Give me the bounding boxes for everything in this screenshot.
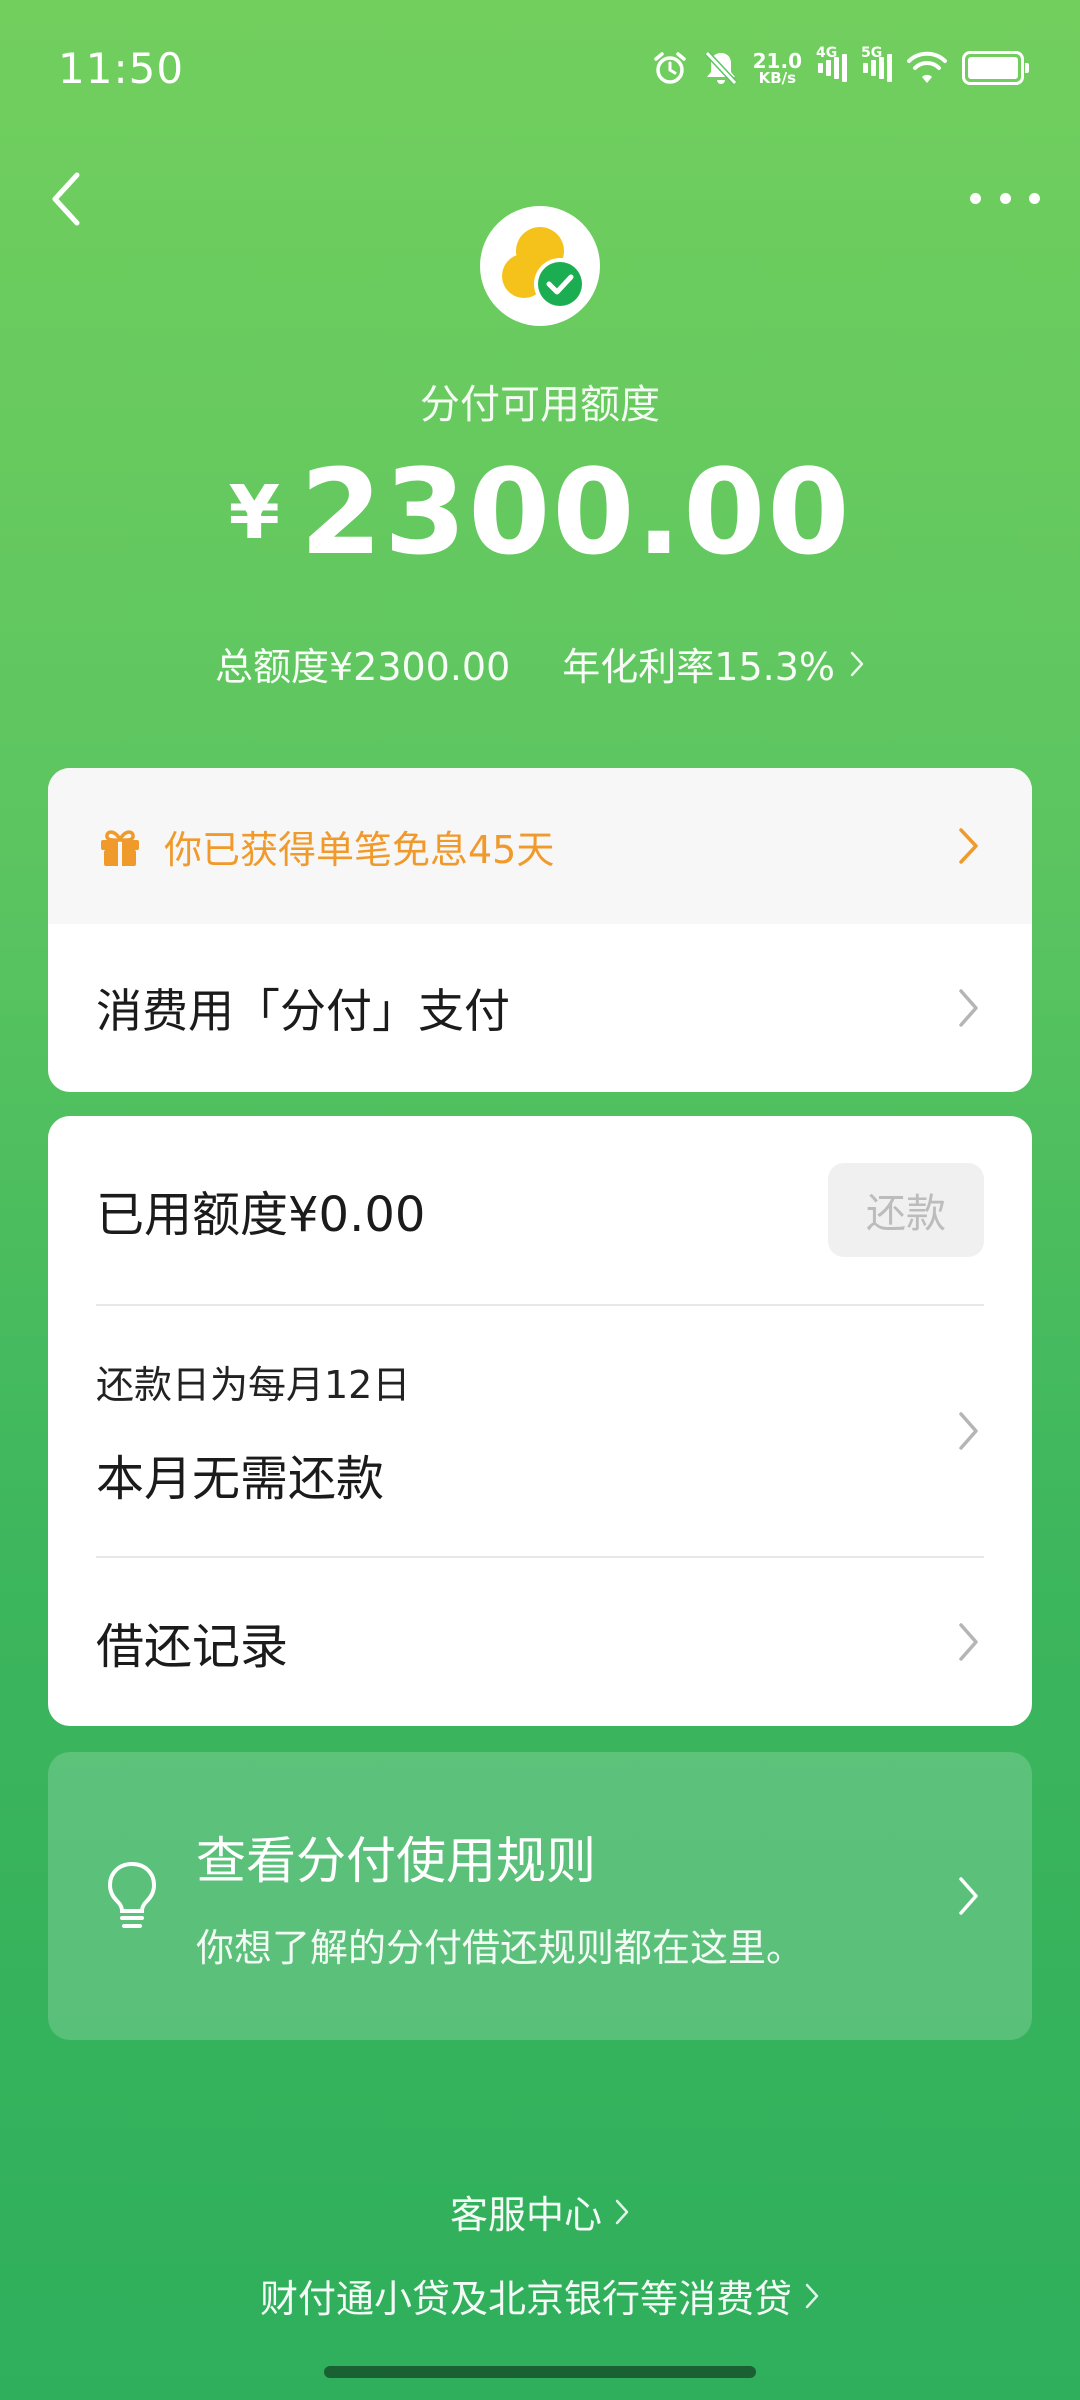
pay-with-fenfu-label: 消费用「分付」支付	[96, 984, 510, 1038]
lenders-label: 财付通小贷及北京银行等消费贷	[259, 2277, 792, 2321]
back-button[interactable]	[44, 164, 88, 234]
lightbulb-icon	[107, 1861, 157, 1928]
battery-icon	[962, 51, 1029, 85]
loan-records-row[interactable]: 借还记录	[48, 1558, 1032, 1726]
more-options-button[interactable]	[970, 178, 1040, 218]
usage-card: 已用额度¥0.00 还款 还款日为每月12日 本月无需还款 借还记录	[48, 1116, 1032, 1726]
signal-tag-4g: 4G	[816, 45, 838, 61]
repayment-date-row[interactable]: 还款日为每月12日 本月无需还款	[48, 1306, 1032, 1556]
used-credit-row: 已用额度¥0.00 还款	[48, 1116, 1032, 1304]
signal-icon: 4G	[816, 45, 847, 85]
credit-summary: 总额度¥2300.00 年化利率15.3%	[0, 636, 1080, 691]
total-credit: 总额度¥2300.00	[214, 645, 511, 689]
usage-rules-description: 你想了解的分付借还规则都在这里。	[196, 1925, 805, 1970]
annual-rate-link[interactable]: 年化利率15.3%	[562, 636, 835, 691]
promo-text: 你已获得单笔免息45天	[164, 827, 555, 872]
available-credit-label: 分付可用额度	[420, 382, 660, 428]
status-icons: 21.0 KB/s 4G 5G	[651, 45, 1029, 90]
chevron-right-icon	[614, 2198, 630, 2226]
mute-icon	[703, 49, 739, 87]
chevron-right-icon	[954, 983, 984, 1033]
chevron-right-icon[interactable]	[849, 650, 865, 678]
home-indicator[interactable]	[324, 2366, 756, 2378]
net-speed-value: 21.0	[752, 48, 802, 73]
status-time: 11:50	[58, 44, 185, 93]
gift-icon	[101, 830, 139, 866]
chevron-left-icon	[52, 172, 80, 226]
customer-service-link[interactable]: 客服中心	[0, 2184, 1080, 2239]
more-dot	[1029, 192, 1040, 204]
available-amount: ¥ 2300.00	[0, 443, 1080, 581]
chevron-right-icon	[954, 821, 984, 871]
usage-rules-card[interactable]: 查看分付使用规则 你想了解的分付借还规则都在这里。	[48, 1752, 1032, 2040]
repayment-date-text: 还款日为每月12日	[96, 1362, 411, 1407]
usage-rules-title: 查看分付使用规则	[196, 1831, 596, 1890]
fenfu-logo	[480, 206, 600, 326]
currency-symbol: ¥	[228, 470, 281, 556]
chevron-right-icon	[954, 1406, 984, 1456]
customer-service-label: 客服中心	[449, 2193, 602, 2237]
status-bar: 11:50 21.0 KB/s 4G 5G	[0, 0, 1080, 140]
more-dot	[970, 192, 981, 204]
net-speed-unit: KB/s	[758, 68, 797, 87]
chevron-right-icon	[954, 1871, 984, 1921]
repayment-status-text: 本月无需还款	[96, 1450, 385, 1507]
signal-tag-5g: 5G	[861, 45, 883, 61]
loan-records-label: 借还记录	[96, 1619, 289, 1675]
payment-card: 你已获得单笔免息45天 消费用「分付」支付	[48, 768, 1032, 1092]
more-dot	[999, 192, 1011, 204]
chevron-right-icon	[804, 2282, 820, 2310]
pay-with-fenfu-row[interactable]: 消费用「分付」支付	[48, 924, 1032, 1092]
used-credit-label: 已用额度¥0.00	[96, 1187, 426, 1243]
interest-free-promo[interactable]: 你已获得单笔免息45天	[48, 768, 1032, 924]
repay-button[interactable]: 还款	[828, 1163, 984, 1257]
signal-icon: 5G	[861, 45, 892, 85]
battery-level	[968, 57, 1018, 79]
alarm-icon	[651, 49, 689, 87]
wifi-icon	[906, 51, 948, 85]
chevron-right-icon	[954, 1617, 984, 1667]
available-amount-value: 2300.00	[300, 443, 852, 581]
net-speed: 21.0 KB/s	[753, 51, 802, 86]
lenders-link[interactable]: 财付通小贷及北京银行等消费贷	[0, 2268, 1080, 2323]
